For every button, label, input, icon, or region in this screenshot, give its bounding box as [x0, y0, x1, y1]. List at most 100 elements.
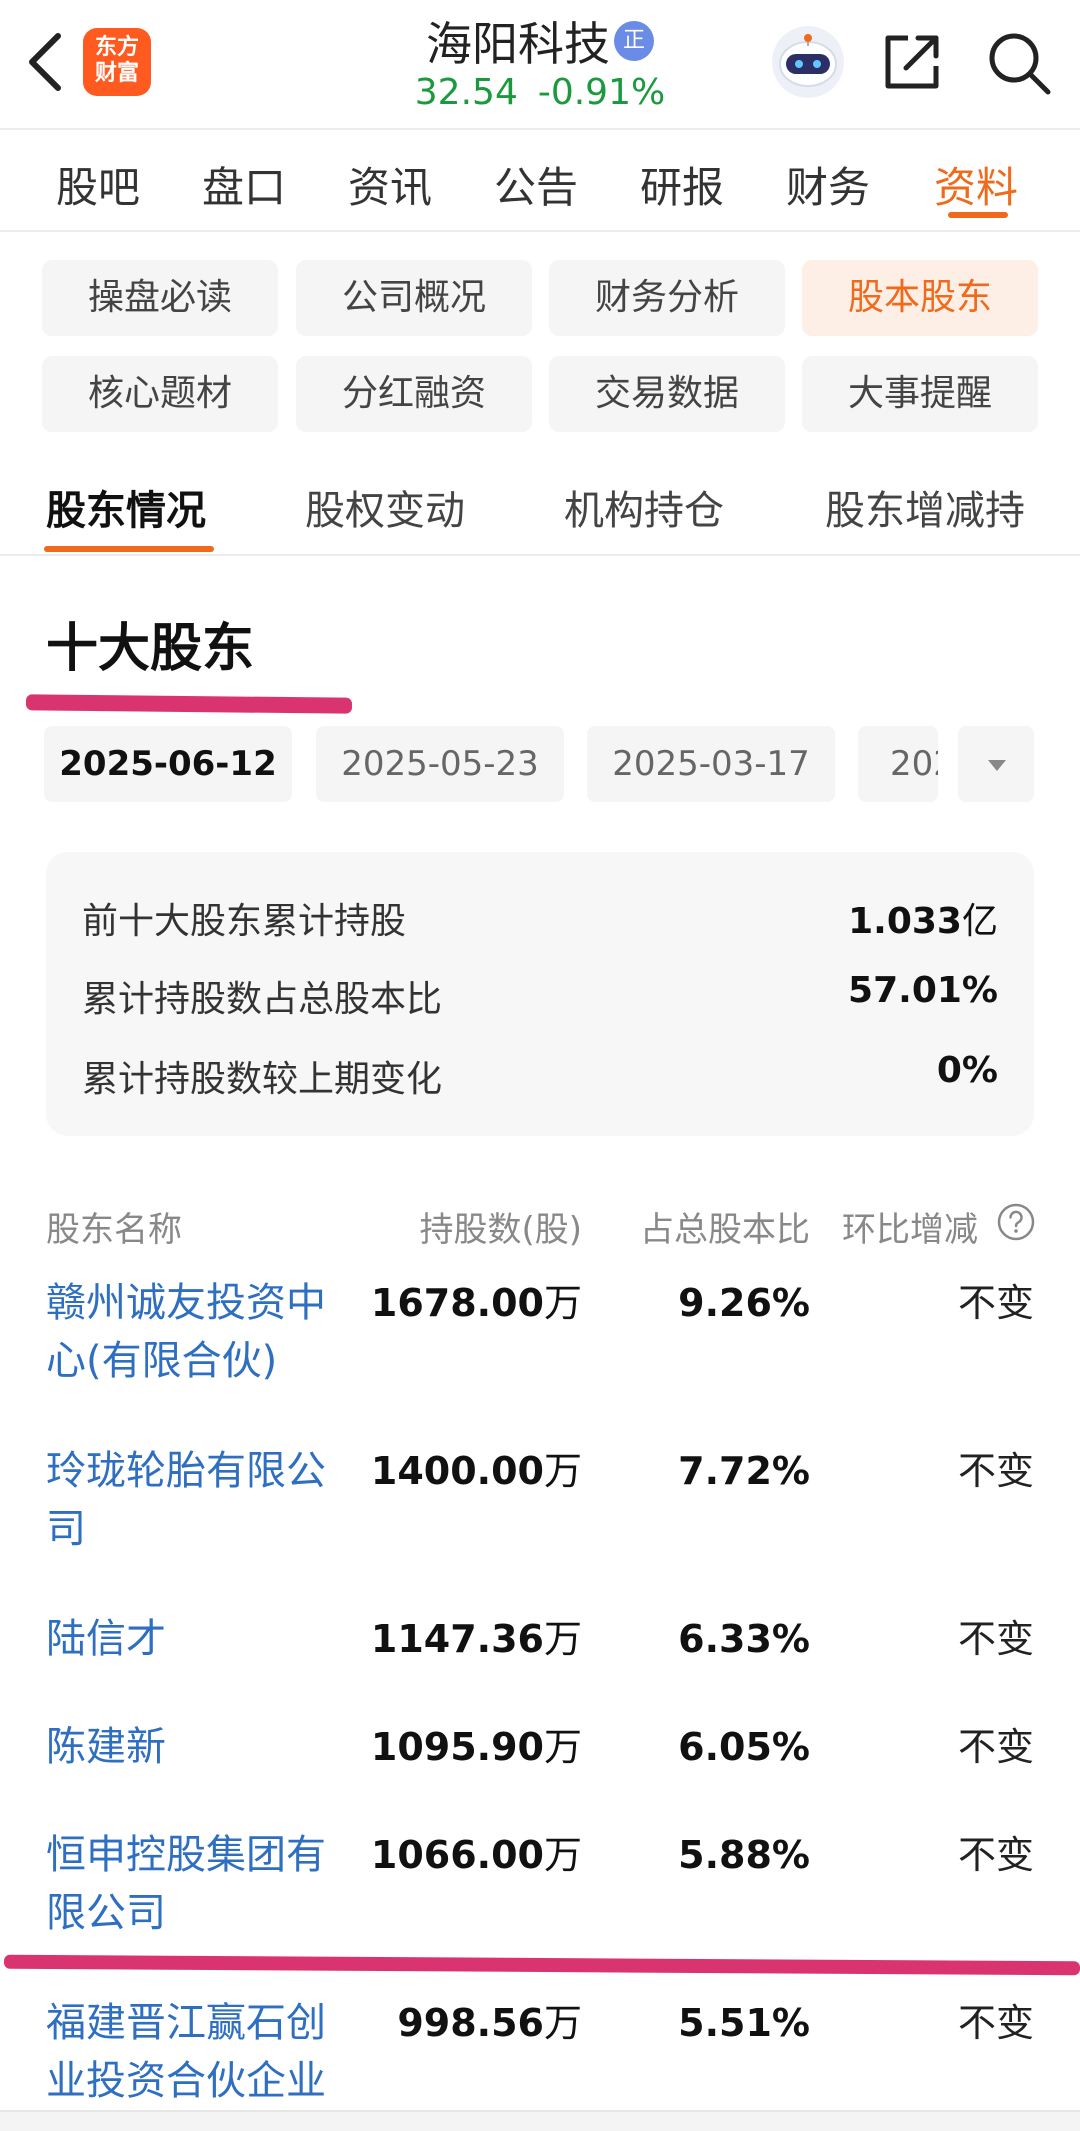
search-icon[interactable]	[986, 30, 1052, 96]
date-chip-3[interactable]: 2025-03-17	[587, 726, 835, 802]
main-tab-bar: 股吧 盘口 资讯 公告 研报 财务 资料	[0, 130, 1080, 230]
tab-shareholder-status[interactable]: 股东情况	[46, 478, 206, 536]
summary-ratio-row: 累计持股数占总股本比 57.01%	[82, 970, 998, 1030]
tab-research[interactable]: 研报	[640, 154, 724, 215]
holder-name-link[interactable]: 陆信才	[46, 1610, 356, 1668]
tab-guba[interactable]: 股吧	[56, 154, 140, 215]
summary-ratio-value: 57.01%	[848, 970, 998, 1011]
holder-change: 不变	[957, 1449, 1034, 1493]
holder-name-link[interactable]: 玲珑轮胎有限公司	[46, 1442, 356, 1558]
logo-text-bottom: 财富	[94, 61, 139, 86]
holder-ratio: 6.33%	[678, 1617, 810, 1661]
stock-change: -0.91%	[537, 72, 666, 113]
date-dropdown-button[interactable]	[958, 726, 1034, 802]
holder-shares: 1147.36万	[371, 1610, 582, 1668]
tab-news[interactable]: 资讯	[348, 154, 432, 215]
summary-change-row: 累计持股数较上期变化 0%	[82, 1050, 998, 1110]
holder-shares-number: 1678.00	[370, 1281, 544, 1325]
tabs-divider	[0, 230, 1080, 232]
chevron-down-icon	[988, 760, 1006, 771]
header-holder-name: 股东名称	[46, 1210, 182, 1250]
summary-change-label: 累计持股数较上期变化	[82, 1059, 443, 1100]
section-tab-indicator	[44, 546, 214, 552]
subtab-dividends[interactable]: 分红融资	[296, 356, 532, 432]
holder-shares-number: 1147.36	[370, 1617, 544, 1661]
annotation-underline	[25, 694, 353, 714]
tab-finance[interactable]: 财务	[786, 154, 870, 215]
header-shares: 持股数(股)	[419, 1210, 582, 1250]
holder-shares-unit: 万	[543, 1833, 582, 1877]
holder-name-link[interactable]: 恒申控股集团有限公司	[46, 1826, 356, 1942]
date-chip-1[interactable]: 2025-06-12	[44, 726, 292, 802]
holder-ratio: 7.72%	[678, 1449, 810, 1493]
active-tab-indicator	[948, 212, 1008, 218]
subtab-shareholders[interactable]: 股本股东	[802, 260, 1038, 336]
back-arrow-icon[interactable]	[22, 30, 68, 94]
subtab-trading-data[interactable]: 交易数据	[549, 356, 785, 432]
tab-institutional-holdings[interactable]: 机构持仓	[564, 478, 724, 536]
tab-equity-changes[interactable]: 股权变动	[305, 478, 465, 536]
tab-pankou[interactable]: 盘口	[202, 154, 286, 215]
zheng-badge-icon: 正	[614, 21, 654, 61]
holder-name-link[interactable]: 赣州诚友投资中心(有限合伙)	[46, 1274, 356, 1390]
summary-total-value: 1.033亿	[848, 892, 998, 944]
holder-change: 不变	[957, 1725, 1034, 1769]
top-ten-title: 十大股东	[46, 619, 255, 679]
holder-shares-number: 998.56	[397, 2001, 544, 2045]
tab-profile[interactable]: 资料	[934, 154, 1018, 215]
holder-shares: 998.56万	[397, 1994, 582, 2052]
holder-shares: 1678.00万	[371, 1274, 582, 1332]
holder-shares: 1095.90万	[371, 1718, 582, 1776]
holder-shares-unit: 万	[543, 1449, 582, 1493]
date-chip-4[interactable]: 202	[858, 726, 938, 802]
app-logo[interactable]: 东方 财富	[83, 28, 151, 96]
subtab-core-themes[interactable]: 核心题材	[42, 356, 278, 432]
holder-ratio: 9.26%	[678, 1281, 810, 1325]
stock-price: 32.54	[414, 72, 518, 113]
holder-shares-number: 1095.90	[370, 1725, 544, 1769]
header-bar: 东方 财富 海阳科技正 32.54 -0.91%	[0, 0, 1080, 128]
logo-text-top: 东方	[94, 35, 139, 60]
header-ratio: 占总股本比	[640, 1210, 810, 1250]
holder-shares-unit: 万	[543, 2001, 582, 2045]
holder-shares: 1400.00万	[371, 1442, 582, 1500]
tab-holding-changes[interactable]: 股东增减持	[825, 478, 1025, 536]
stock-quote: 32.54 -0.91%	[380, 72, 700, 113]
holder-change: 不变	[957, 1617, 1034, 1661]
holding-summary: 前十大股东累计持股 1.033亿 累计持股数占总股本比 57.01% 累计持股数…	[46, 852, 1034, 1136]
holder-ratio: 5.88%	[678, 1833, 810, 1877]
header-change: 环比增减	[842, 1210, 978, 1250]
subtab-events[interactable]: 大事提醒	[802, 356, 1038, 432]
holder-name-link[interactable]: 福建晋江赢石创业投资合伙企业	[46, 1994, 356, 2110]
summary-total-unit: 亿	[961, 901, 998, 942]
annotation-separator-line	[3, 1954, 1080, 1976]
bottom-toolbar	[0, 2110, 1080, 2131]
stock-title: 海阳科技正	[380, 8, 700, 74]
holder-shares-unit: 万	[543, 1281, 582, 1325]
holder-ratio: 5.51%	[678, 2001, 810, 2045]
help-icon[interactable]	[996, 1202, 1036, 1242]
holder-change: 不变	[957, 1281, 1034, 1325]
subtab-financial-analysis[interactable]: 财务分析	[549, 260, 785, 336]
section-divider	[0, 554, 1080, 556]
holder-shares-number: 1400.00	[370, 1449, 544, 1493]
holder-shares-unit: 万	[543, 1617, 582, 1661]
holder-name-link[interactable]: 陈建新	[46, 1718, 356, 1776]
holder-ratio: 6.05%	[678, 1725, 810, 1769]
holder-shares: 1066.00万	[371, 1826, 582, 1884]
subtab-trading-guide[interactable]: 操盘必读	[42, 260, 278, 336]
holder-shares-unit: 万	[543, 1725, 582, 1769]
summary-ratio-label: 累计持股数占总股本比	[82, 979, 443, 1020]
share-icon[interactable]	[880, 30, 944, 94]
summary-total-label: 前十大股东累计持股	[82, 901, 407, 942]
holder-change: 不变	[957, 1833, 1034, 1877]
tab-announcements[interactable]: 公告	[494, 154, 578, 215]
holder-change: 不变	[957, 2001, 1034, 2045]
stock-name: 海阳科技	[426, 17, 610, 71]
summary-total-row: 前十大股东累计持股 1.033亿	[82, 892, 998, 952]
summary-total-number: 1.033	[848, 901, 962, 942]
holder-shares-number: 1066.00	[370, 1833, 544, 1877]
robot-assistant-icon[interactable]	[770, 24, 846, 100]
date-chip-2[interactable]: 2025-05-23	[316, 726, 564, 802]
subtab-company-overview[interactable]: 公司概况	[296, 260, 532, 336]
